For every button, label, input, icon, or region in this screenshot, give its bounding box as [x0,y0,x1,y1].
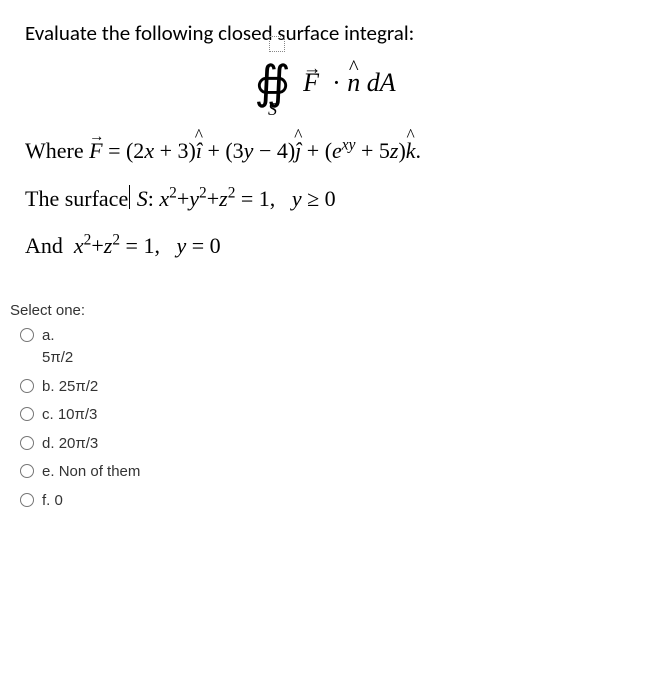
text-cursor [129,185,130,209]
option-c-value: 10π/3 [58,406,98,423]
radio-d[interactable] [20,436,34,450]
answer-area: Select one: a. 5π/2 b. 25π/2 c. 10π/3 d.… [0,302,650,513]
prompt-text: Evaluate the following closed surface in… [25,20,625,46]
option-a-prefix: a. [42,325,73,348]
option-b[interactable]: b. 25π/2 [20,376,650,399]
option-b-prefix: b. [42,378,55,395]
option-f-prefix: f. [42,492,50,509]
radio-f[interactable] [20,493,34,507]
radio-a[interactable] [20,328,34,342]
question-stem: Evaluate the following closed surface in… [0,0,650,294]
option-c-prefix: c. [42,406,54,423]
flag-icon[interactable] [269,36,285,52]
where-line: Where F→ = (2x + 3)î + (3y − 4)ĵ + (exy … [25,131,625,171]
option-c[interactable]: c. 10π/3 [20,404,650,427]
option-f[interactable]: f. 0 [20,490,650,513]
option-b-value: 25π/2 [59,378,99,395]
and-line: And x2+z2 = 1, y = 0 [25,226,625,266]
radio-c[interactable] [20,407,34,421]
option-d-value: 20π/3 [59,435,99,452]
option-a[interactable]: a. 5π/2 [20,325,650,370]
option-e-prefix: e. [42,463,55,480]
math-block: ∯ S F→ · n dA Where F→ = (2x + 3)î + (3y… [25,60,625,266]
option-d-prefix: d. [42,435,55,452]
option-f-value: 0 [55,492,63,509]
radio-e[interactable] [20,464,34,478]
option-a-value: 5π/2 [42,347,73,370]
option-d[interactable]: d. 20π/3 [20,433,650,456]
option-e-value: Non of them [59,463,141,480]
option-e[interactable]: e. Non of them [20,461,650,484]
select-one-label: Select one: [10,302,650,319]
surface-line: The surface S: x2+y2+z2 = 1, y ≥ 0 [25,179,625,219]
integral-expression: ∯ S F→ · n dA [25,60,625,106]
radio-b[interactable] [20,379,34,393]
